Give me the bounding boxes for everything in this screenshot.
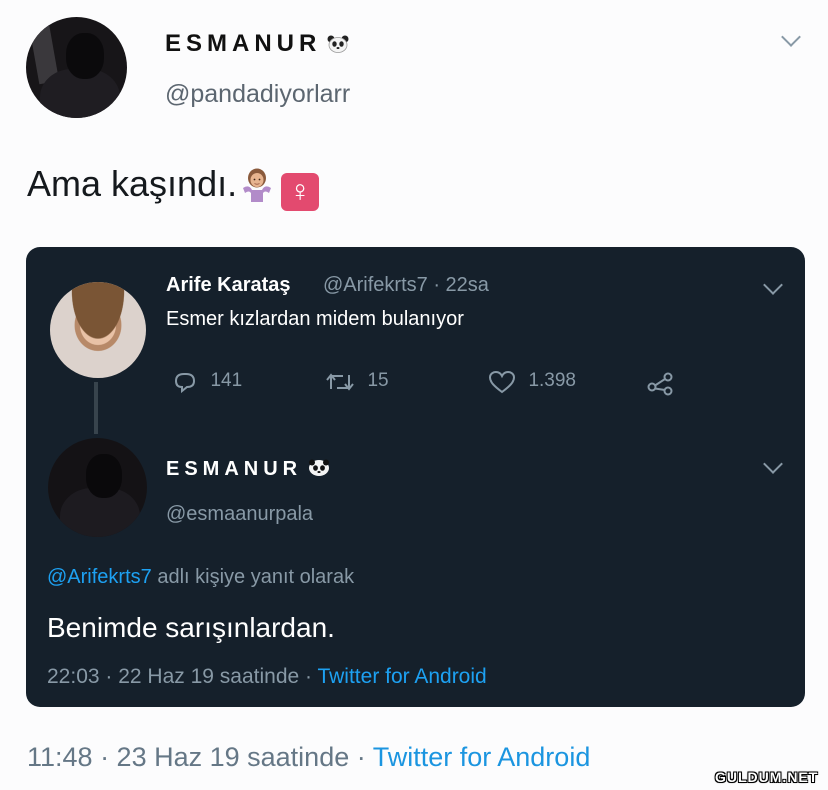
thread-connector-line — [94, 382, 98, 434]
chevron-down-icon[interactable] — [781, 27, 801, 47]
reply-tweet-text: Benimde sarışınlardan. — [47, 612, 335, 643]
heart-icon — [488, 370, 516, 394]
like-count: 1.398 — [528, 370, 576, 392]
quoted-tweet-text: Esmer kızlardan midem bulanıyor — [166, 308, 464, 330]
avatar[interactable] — [26, 17, 127, 118]
display-name-text: ESMANUR — [165, 30, 322, 57]
quoted-handle-time[interactable]: @Arifekrts7 · 22sa — [323, 274, 489, 297]
woman-shrugging-icon — [243, 168, 272, 202]
avatar-hair — [50, 282, 146, 378]
username[interactable]: @pandadiyorlarr — [165, 80, 350, 109]
tweet-text-content: Ama kaşındı. — [27, 163, 238, 204]
share-icon — [647, 372, 673, 396]
watermark: GULDUM.NET — [715, 769, 819, 785]
reply-timestamp: 22:03 · 22 Haz 19 saatinde · — [47, 665, 318, 688]
panda-icon — [309, 459, 330, 476]
reply-action[interactable]: 141 — [172, 369, 242, 395]
share-action[interactable] — [646, 369, 676, 402]
tweet-timestamp: 11:48 · 23 Haz 19 saatinde · — [27, 742, 373, 772]
avatar-phone — [86, 454, 122, 498]
reply-icon — [174, 373, 196, 394]
reply-tweet-meta: 22:03 · 22 Haz 19 saatinde · Twitter for… — [47, 665, 487, 689]
avatar-arife[interactable] — [50, 282, 146, 378]
display-name[interactable]: ESMANUR — [165, 30, 349, 58]
replying-to-text: adlı kişiye yanıt olarak — [151, 566, 355, 588]
avatar-phone — [66, 33, 104, 79]
retweet-icon — [326, 373, 354, 391]
retweet-count: 15 — [367, 370, 389, 392]
tweet-meta: 11:48 · 23 Haz 19 saatinde · Twitter for… — [27, 742, 590, 773]
reply-mention-link[interactable]: @Arifekrts7 — [47, 566, 152, 588]
panda-icon — [327, 35, 349, 53]
reply-display-name-text: ESMANUR — [166, 458, 303, 480]
tweet-source-link[interactable]: Twitter for Android — [373, 742, 591, 772]
tweet-text: Ama kaşındı. ♀ — [27, 163, 320, 211]
retweet-action[interactable]: 15 — [325, 369, 389, 395]
reply-username[interactable]: @esmaanurpala — [166, 503, 313, 526]
reply-display-name[interactable]: ESMANUR — [166, 458, 330, 481]
reply-count: 141 — [210, 370, 243, 392]
like-action[interactable]: 1.398 — [488, 369, 576, 395]
avatar-esmanur[interactable] — [48, 438, 147, 537]
replying-to: @Arifekrts7 adlı kişiye yanıt olarak — [47, 566, 354, 589]
reply-source-link[interactable]: Twitter for Android — [317, 665, 486, 688]
quoted-display-name[interactable]: Arife Karataş — [166, 274, 291, 297]
female-sign-icon: ♀ — [281, 173, 320, 211]
